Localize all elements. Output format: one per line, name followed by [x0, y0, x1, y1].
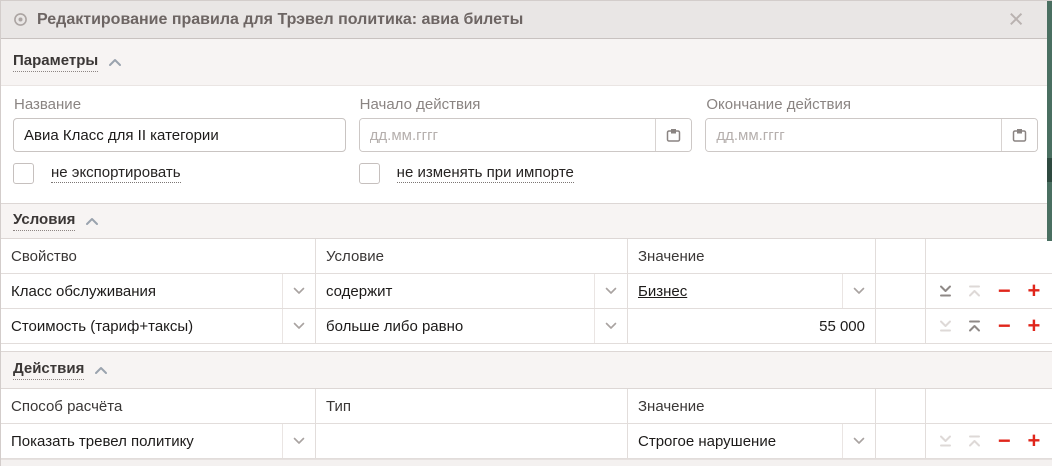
column-header-property: Свойство — [1, 239, 316, 273]
remove-row-icon[interactable]: − — [995, 282, 1013, 300]
value-select-value[interactable]: Строгое нарушение — [628, 433, 842, 450]
background-scrollbar-thumb — [1047, 158, 1052, 182]
column-header-actions — [926, 239, 1052, 273]
condition-select-value[interactable]: содержит — [316, 283, 594, 300]
dialog-titlebar: Редактирование правила для Трэвел полити… — [1, 1, 1052, 39]
calendar-icon[interactable] — [655, 119, 691, 151]
no-import-change-checkbox[interactable] — [359, 163, 380, 184]
move-up-icon[interactable] — [966, 432, 984, 450]
move-up-icon[interactable] — [966, 317, 984, 335]
condition-row: Класс обслуживания содержит Бизнес — [1, 274, 1052, 309]
row-spacer — [876, 424, 926, 458]
column-header-spacer — [876, 389, 926, 423]
chevron-down-icon[interactable] — [842, 274, 875, 308]
dialog-title: Редактирование правила для Трэвел полити… — [37, 11, 523, 29]
type-cell[interactable] — [316, 424, 628, 458]
section-conditions-header: Условия — [1, 203, 1052, 239]
row-spacer — [876, 309, 926, 343]
end-date-group: Окончание действия — [705, 93, 1038, 184]
no-export-label[interactable]: не экспортировать — [51, 164, 181, 183]
method-select[interactable]: Показать тревел политику — [1, 424, 316, 458]
dialog-footer-strip — [1, 459, 1052, 466]
start-date-group: Начало действия не изменять при импорте — [359, 93, 693, 184]
property-select-value[interactable]: Стоимость (тариф+таксы) — [1, 318, 282, 335]
close-icon[interactable]: × — [1008, 6, 1024, 33]
record-icon — [13, 12, 28, 27]
remove-row-icon[interactable]: − — [995, 317, 1013, 335]
start-date-input[interactable] — [360, 119, 656, 151]
condition-select[interactable]: больше либо равно — [316, 309, 628, 343]
move-down-icon[interactable] — [936, 317, 954, 335]
add-row-icon[interactable]: + — [1025, 317, 1043, 335]
row-actions: − + — [926, 274, 1052, 308]
condition-select[interactable]: содержит — [316, 274, 628, 308]
no-import-change-label[interactable]: не изменять при импорте — [397, 164, 574, 183]
row-actions: − + — [926, 309, 1052, 343]
chevron-down-icon[interactable] — [842, 424, 875, 458]
conditions-table: Свойство Условие Значение Класс обслужив… — [1, 239, 1052, 344]
property-select[interactable]: Класс обслуживания — [1, 274, 316, 308]
move-down-icon[interactable] — [936, 282, 954, 300]
property-select[interactable]: Стоимость (тариф+таксы) — [1, 309, 316, 343]
move-down-icon[interactable] — [936, 432, 954, 450]
row-actions: − + — [926, 424, 1052, 458]
chevron-down-icon[interactable] — [594, 274, 627, 308]
chevron-up-icon[interactable] — [94, 366, 108, 375]
conditions-header-row: Свойство Условие Значение — [1, 239, 1052, 274]
section-parameters-header: Параметры — [1, 39, 1052, 86]
name-field-group: Название не экспортировать — [13, 93, 346, 184]
move-up-icon[interactable] — [966, 282, 984, 300]
column-header-type: Тип — [316, 389, 628, 423]
calendar-icon[interactable] — [1001, 119, 1037, 151]
name-label: Название — [14, 96, 346, 113]
background-scrollbar — [1047, 1, 1052, 241]
chevron-down-icon[interactable] — [282, 274, 315, 308]
column-header-condition: Условие — [316, 239, 628, 273]
remove-row-icon[interactable]: − — [995, 432, 1013, 450]
method-select-value[interactable]: Показать тревел политику — [1, 433, 282, 450]
chevron-up-icon[interactable] — [108, 58, 122, 67]
name-input[interactable] — [13, 118, 346, 152]
column-header-value: Значение — [628, 239, 876, 273]
column-header-actions — [926, 389, 1052, 423]
add-row-icon[interactable]: + — [1025, 432, 1043, 450]
condition-select-value[interactable]: больше либо равно — [316, 318, 594, 335]
chevron-down-icon[interactable] — [282, 309, 315, 343]
section-actions-toggle[interactable]: Действия — [13, 360, 84, 380]
chevron-down-icon[interactable] — [282, 424, 315, 458]
value-select[interactable]: Строгое нарушение — [628, 424, 876, 458]
no-export-checkbox[interactable] — [13, 163, 34, 184]
value-number-cell[interactable]: 55 000 — [628, 309, 876, 343]
row-spacer — [876, 274, 926, 308]
chevron-down-icon[interactable] — [594, 309, 627, 343]
value-select[interactable]: Бизнес — [628, 274, 876, 308]
action-row: Показать тревел политику Строгое нарушен… — [1, 424, 1052, 459]
parameters-form: Название не экспортировать Начало действ… — [1, 86, 1052, 203]
end-date-input[interactable] — [706, 119, 1001, 151]
end-date-label: Окончание действия — [706, 96, 1038, 113]
actions-header-row: Способ расчёта Тип Значение — [1, 389, 1052, 424]
property-select-value[interactable]: Класс обслуживания — [1, 283, 282, 300]
section-actions-header: Действия — [1, 351, 1052, 389]
chevron-up-icon[interactable] — [85, 217, 99, 226]
column-header-value: Значение — [628, 389, 876, 423]
column-header-method: Способ расчёта — [1, 389, 316, 423]
add-row-icon[interactable]: + — [1025, 282, 1043, 300]
actions-table: Способ расчёта Тип Значение Показать тре… — [1, 389, 1052, 459]
condition-row: Стоимость (тариф+таксы) больше либо равн… — [1, 309, 1052, 344]
section-conditions-toggle[interactable]: Условия — [13, 211, 75, 231]
value-link[interactable]: Бизнес — [638, 283, 687, 300]
start-date-label: Начало действия — [360, 96, 693, 113]
edit-rule-dialog: Редактирование правила для Трэвел полити… — [0, 0, 1052, 466]
section-parameters-toggle[interactable]: Параметры — [13, 52, 98, 72]
column-header-spacer — [876, 239, 926, 273]
